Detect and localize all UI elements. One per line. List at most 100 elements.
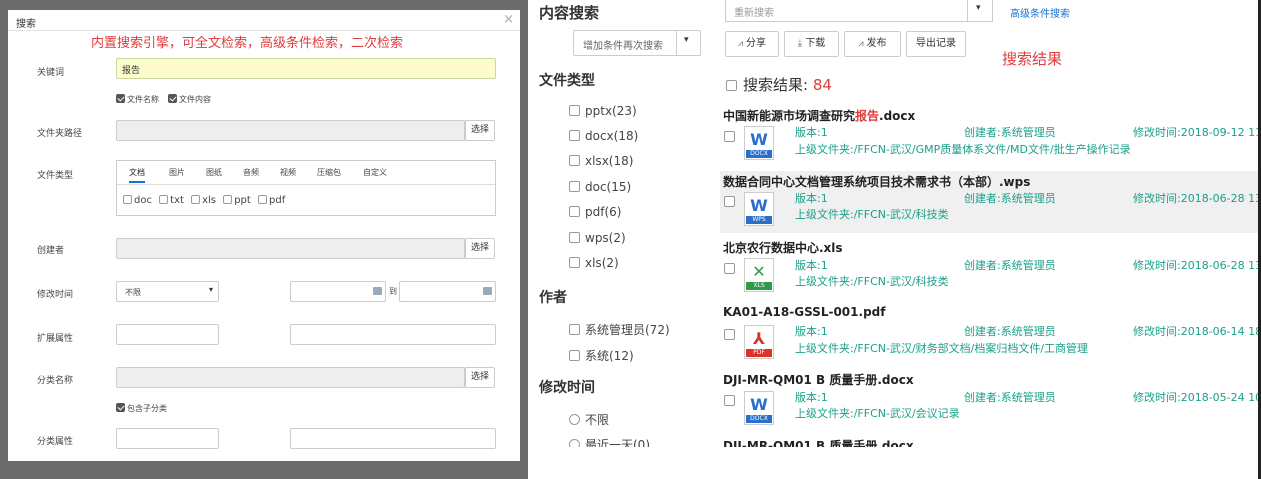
checkbox-icon [569,350,580,361]
category-attr-value-input[interactable] [290,428,496,449]
result-title-ext: .docx [879,109,916,123]
result-title[interactable]: DJI-MR-QM01 B 质量手册.docx [723,437,914,447]
publish-button[interactable]: ⩘ 发布 [844,31,901,57]
ext-checkbox[interactable]: xls [191,195,216,206]
ext-label: doc [134,195,152,206]
date-to-input[interactable] [399,281,496,302]
pdf-icon: ⅄ PDF [744,325,774,359]
result-version: 版本:1 [795,325,828,338]
checkbox-icon [569,130,580,141]
result-title[interactable]: 中国新能源市场调查研究报告.docx [723,107,915,124]
checkbox-icon [116,403,125,412]
export-button[interactable]: 导出记录 [906,31,966,57]
file-type-tag: WPS [746,216,772,224]
result-title[interactable]: KA01-A18-GSSL-001.pdf [723,305,885,319]
checkbox-icon [569,257,580,268]
facet-radio[interactable]: 最近一天(0) [569,436,650,447]
ext-checkbox[interactable]: pdf [258,195,285,206]
facet-item[interactable]: xls(2) [569,256,619,270]
facet-item[interactable]: 系统管理员(72) [569,321,670,338]
result-title[interactable]: 数据合同中心文档管理系统项目技术需求书（本部）.wps [723,173,1030,190]
keyword-input[interactable]: 报告 [116,58,496,79]
share-icon: ⩘ [738,39,746,49]
folder-input[interactable] [116,120,465,141]
tab-audio[interactable]: 音频 [243,167,259,178]
tab-image[interactable]: 图片 [169,167,185,178]
word-icon: W DOCX [744,126,774,160]
facet-label: 系统(12) [585,349,634,363]
facet-item[interactable]: pdf(6) [569,205,621,219]
tab-archive[interactable]: 压缩包 [317,167,341,178]
checkbox-filename[interactable]: 文件名称 [116,94,159,105]
result-mtime: 修改时间:2018-06-28 13 [1133,192,1261,205]
folder-select-button[interactable]: 选择 [465,120,495,141]
result-folder[interactable]: 上级文件夹:/FFCN-武汉/会议记录 [795,405,960,421]
checkbox-icon [258,195,268,204]
result-folder[interactable]: 上级文件夹:/FFCN-武汉/科技类 [795,206,949,222]
facet-item[interactable]: docx(18) [569,129,638,143]
ext-checkbox[interactable]: txt [159,195,184,206]
result-title[interactable]: DJI-MR-QM01 B 质量手册.docx [723,371,914,388]
facet-item[interactable]: wps(2) [569,231,626,245]
excel-icon: ✕ XLS [744,258,774,292]
ext-label: pdf [269,195,286,206]
include-subcategory-checkbox[interactable]: 包含子分类 [116,403,167,414]
share-button[interactable]: ⩘ 分享 [725,31,779,57]
creator-input[interactable] [116,238,465,259]
result-title[interactable]: 北京农行数据中心.xls [723,239,843,256]
result-mtime: 修改时间:2018-06-14 18 [1133,325,1261,338]
tab-video[interactable]: 视频 [280,167,296,178]
category-select-button[interactable]: 选择 [465,367,495,388]
result-version: 版本:1 [795,391,828,404]
facet-item[interactable]: 系统(12) [569,347,634,364]
checkbox-label: 包含子分类 [127,404,167,413]
mtime-select[interactable]: 不限 ▾ [116,281,219,302]
tab-drawing[interactable]: 图纸 [206,167,222,178]
facet-title-type: 文件类型 [539,73,595,89]
file-type-tag: XLS [746,282,772,290]
result-checkbox[interactable] [724,395,735,406]
search-input[interactable]: 重新搜索 ▾ [725,0,993,22]
facet-item[interactable]: xlsx(18) [569,154,633,168]
refine-search-button[interactable]: 增加条件再次搜索 ▾ [573,30,701,56]
facet-label: pdf(6) [585,205,622,219]
result-checkbox[interactable] [724,329,735,340]
facet-label: pptx(23) [585,104,637,118]
ext-attr-key-input[interactable] [116,324,219,345]
facet-radio[interactable]: 不限 [569,411,609,428]
download-button[interactable]: ⤓ 下载 [784,31,839,57]
facet-label: docx(18) [585,129,639,143]
result-folder[interactable]: 上级文件夹:/FFCN-武汉/科技类 [795,273,949,289]
category-input[interactable] [116,367,465,388]
result-folder[interactable]: 上级文件夹:/FFCN-武汉/财务部文档/档案归档文件/工商管理 [795,340,1088,356]
annotation-text: 内置搜索引擎，可全文检索，高级条件检索，二次检索 [91,36,404,51]
creator-select-button[interactable]: 选择 [465,238,495,259]
facet-label: xls(2) [585,256,619,270]
result-mtime: 修改时间:2018-05-24 10 [1133,391,1261,404]
date-from-input[interactable] [290,281,386,302]
result-creator: 创建者:系统管理员 [964,192,1056,205]
ext-checkbox[interactable]: ppt [223,195,251,206]
result-checkbox[interactable] [724,263,735,274]
facet-item[interactable]: doc(15) [569,180,631,194]
close-icon[interactable]: × [503,12,514,27]
export-label: 导出记录 [916,38,956,49]
word-icon: W DOCX [744,391,774,425]
result-version: 版本:1 [795,192,828,205]
mtime-value: 不限 [125,288,141,297]
facet-label: wps(2) [585,231,626,245]
tab-doc[interactable]: 文档 [129,167,145,183]
checkbox-label: 文件名称 [127,95,159,104]
result-folder[interactable]: 上级文件夹:/FFCN-武汉/GMP质量体系文件/MD文件/批生产操作记录 [795,141,1131,157]
ext-checkbox[interactable]: doc [123,195,152,206]
category-attr-key-input[interactable] [116,428,219,449]
advanced-search-link[interactable]: 高级条件搜索 [1010,5,1070,20]
checkbox-content[interactable]: 文件内容 [168,94,211,105]
result-checkbox[interactable] [724,131,735,142]
modal-title: 搜索 [16,19,36,30]
tab-custom[interactable]: 自定义 [363,167,387,178]
facet-item[interactable]: pptx(23) [569,104,637,118]
result-checkbox[interactable] [724,196,735,207]
ext-attr-value-input[interactable] [290,324,496,345]
select-all-checkbox[interactable] [726,80,737,91]
